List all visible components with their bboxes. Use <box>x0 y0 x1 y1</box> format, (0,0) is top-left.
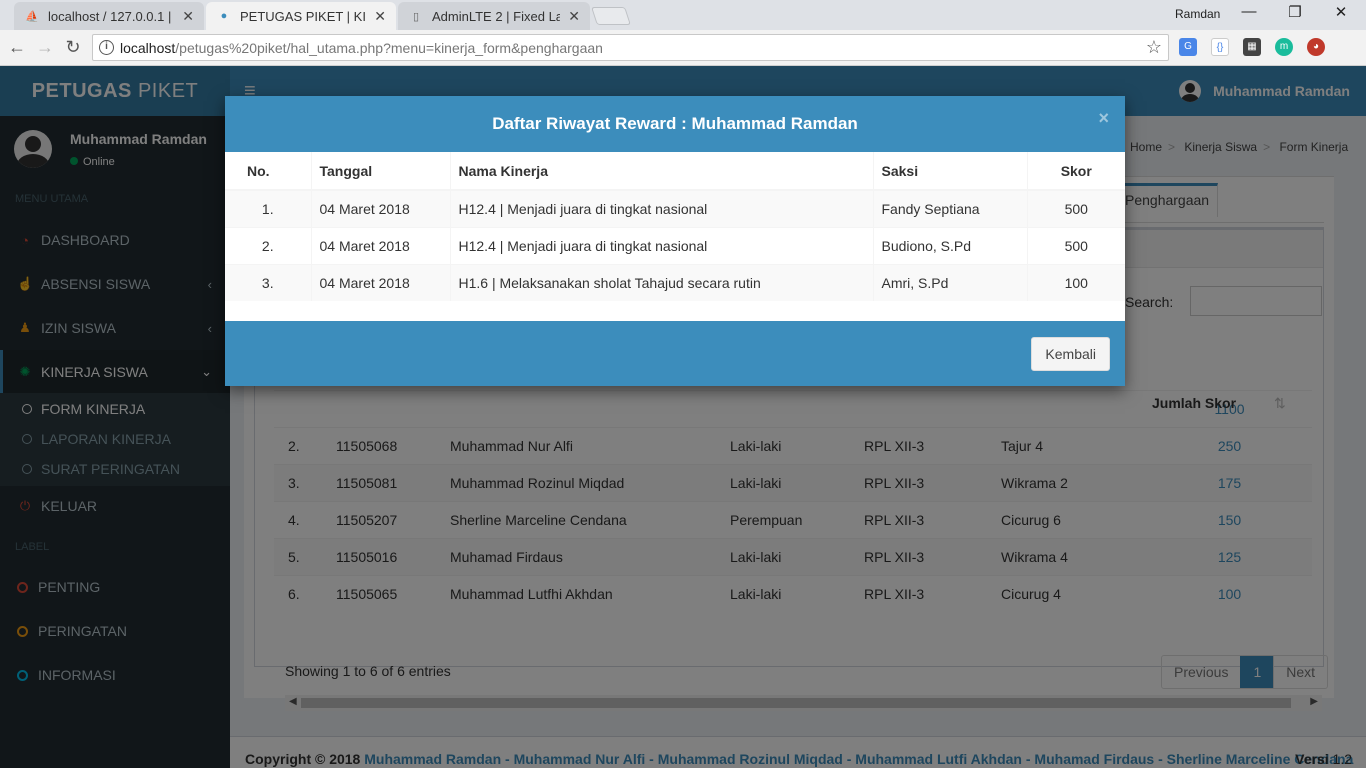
qr-code-extension-icon[interactable]: ▦ <box>1243 38 1261 56</box>
reward-history-table: No. Tanggal Nama Kinerja Saksi Skor 1. 0… <box>225 152 1125 301</box>
restore-icon[interactable]: ❐ <box>1280 3 1310 21</box>
back-arrow-icon[interactable]: ← <box>6 36 28 58</box>
m-extension-icon[interactable]: m <box>1275 38 1293 56</box>
modal-footer: Kembali <box>225 321 1125 386</box>
table-header-row: No. Tanggal Nama Kinerja Saksi Skor <box>225 152 1125 191</box>
address-bar[interactable]: i localhost/petugas%20piket/hal_utama.ph… <box>92 34 1169 61</box>
modal-title: Daftar Riwayat Reward : Muhammad Ramdan <box>492 114 858 133</box>
browser-tab-adminlte[interactable]: ▯ AdminLTE 2 | Fixed Layout ✕ <box>398 2 590 30</box>
column-header-nama-kinerja: Nama Kinerja <box>449 152 873 191</box>
column-header-saksi: Saksi <box>872 152 1027 191</box>
user-icon: ● <box>220 10 228 22</box>
url-host: localhost <box>120 40 176 56</box>
browser-profile-name[interactable]: Ramdan <box>1175 7 1220 21</box>
browser-tab-strip: ⛵ localhost / 127.0.0.1 | php ✕ ● PETUGA… <box>0 0 1366 30</box>
close-tab-icon[interactable]: ✕ <box>374 8 386 25</box>
forward-arrow-icon[interactable]: → <box>34 36 56 58</box>
close-tab-icon[interactable]: ✕ <box>568 8 580 25</box>
table-row: 3. 04 Maret 2018 H1.6 | Melaksanakan sho… <box>225 263 1125 301</box>
modal-header: Daftar Riwayat Reward : Muhammad Ramdan … <box>225 96 1125 152</box>
close-tab-icon[interactable]: ✕ <box>182 8 194 25</box>
column-header-tanggal: Tanggal <box>310 152 450 191</box>
kembali-button[interactable]: Kembali <box>1031 337 1110 371</box>
browser-tab-phpmyadmin[interactable]: ⛵ localhost / 127.0.0.1 | php ✕ <box>14 2 204 30</box>
phpmyadmin-icon: ⛵ <box>25 10 39 23</box>
json-extension-icon[interactable]: {} <box>1211 38 1229 56</box>
close-icon[interactable]: × <box>1098 108 1109 128</box>
reload-icon[interactable]: ↻ <box>62 36 84 58</box>
bookmark-star-icon[interactable]: ☆ <box>1146 37 1162 58</box>
close-window-icon[interactable]: ✕ <box>1326 3 1356 21</box>
table-row: 2. 04 Maret 2018 H12.4 | Menjadi juara d… <box>225 226 1125 264</box>
column-header-no: No. <box>225 152 311 191</box>
translate-extension-icon[interactable]: G <box>1179 38 1197 56</box>
document-icon: ▯ <box>412 10 420 23</box>
table-row: 1. 04 Maret 2018 H12.4 | Menjadi juara d… <box>225 189 1125 227</box>
url-path: /petugas%20piket/hal_utama.php?menu=kine… <box>175 40 603 56</box>
minimize-icon[interactable]: — <box>1234 3 1264 20</box>
new-tab-button[interactable] <box>591 7 631 25</box>
reward-history-modal: Daftar Riwayat Reward : Muhammad Ramdan … <box>225 96 1125 386</box>
browser-tab-petugas-piket[interactable]: ● PETUGAS PIKET | KINERJA ✕ <box>206 2 396 30</box>
info-icon[interactable]: i <box>99 40 114 55</box>
color-extension-icon[interactable]: ◕ <box>1307 38 1325 56</box>
browser-toolbar: ← → ↻ i localhost/petugas%20piket/hal_ut… <box>0 30 1366 86</box>
column-header-skor: Skor <box>1026 152 1125 191</box>
